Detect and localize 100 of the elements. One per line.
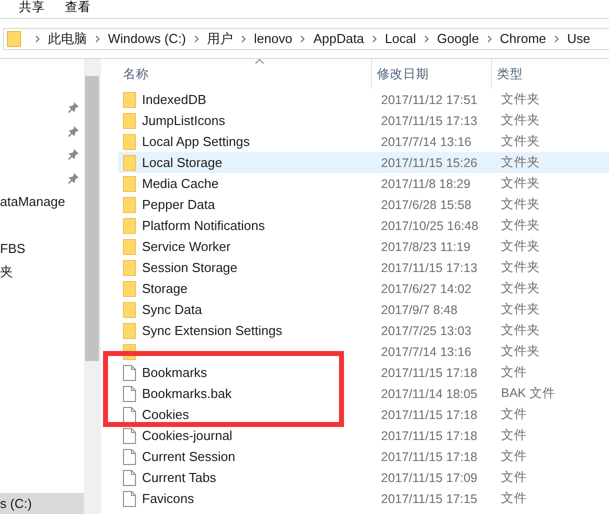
date-cell-text: 2017/11/15 17:13	[380, 260, 478, 274]
type-cell-text: 文件	[500, 469, 528, 486]
file-icon	[123, 386, 136, 402]
pin-icon[interactable]	[68, 172, 79, 184]
type-cell-text: 文件	[500, 448, 528, 465]
breadcrumb[interactable]: Local	[384, 31, 416, 46]
nav-item[interactable]: s (C:)	[0, 492, 84, 514]
file-icon	[123, 428, 136, 444]
file-name[interactable]: Current Tabs	[142, 470, 216, 485]
date-cell-text: 2017/11/15 17:15	[380, 492, 478, 506]
scrollbar[interactable]	[84, 59, 100, 514]
file-name[interactable]: Session Storage	[142, 260, 238, 275]
file-name[interactable]: Sync Extension Settings	[142, 323, 282, 338]
pin-icon[interactable]	[68, 102, 79, 114]
type-cell-text: 文件	[500, 427, 528, 444]
type-cell-text: BAK 文件	[500, 385, 556, 402]
file-name[interactable]: Pepper Data	[142, 197, 215, 212]
type-cell-text: 文件	[500, 364, 528, 381]
nav-item[interactable]: 夹	[0, 262, 13, 281]
folder-icon	[7, 30, 21, 46]
nav-item[interactable]: FBS	[0, 240, 26, 256]
chevron-icon	[300, 34, 306, 42]
breadcrumb[interactable]: 用户	[207, 30, 234, 48]
file-name[interactable]: Storage	[142, 281, 188, 296]
date-cell-text: 2017/11/15 17:18	[380, 428, 478, 442]
type-cell-text: 文件夹	[500, 322, 541, 339]
breadcrumb[interactable]: Chrome	[500, 31, 546, 46]
type-cell-text: 文件夹	[500, 259, 541, 276]
date-cell-text: 2017/11/15 17:13	[380, 114, 478, 128]
column-header[interactable]: 类型	[492, 59, 609, 89]
type-cell-text: 文件	[500, 490, 528, 507]
pin-icon[interactable]	[68, 149, 79, 160]
folder-icon	[123, 112, 136, 128]
file-name[interactable]: Local Storage	[142, 155, 222, 170]
file-name[interactable]: Cookies-journal	[142, 428, 232, 443]
type-cell-text: 文件夹	[500, 280, 541, 297]
file-name[interactable]: JumpListIcons	[142, 113, 226, 128]
folder-icon	[123, 218, 136, 234]
chevron-icon	[95, 34, 100, 42]
folder-icon	[123, 134, 136, 150]
pin-icon[interactable]	[68, 126, 79, 137]
date-cell-text: 2017/11/15 15:26	[380, 156, 478, 170]
ribbon-tab[interactable]: 查看	[65, 0, 91, 15]
type-cell-text: 文件夹	[500, 112, 541, 129]
file-name[interactable]: Favicons	[142, 491, 194, 506]
file-icon	[123, 490, 136, 506]
type-cell-text: 文件夹	[500, 238, 541, 255]
type-cell-text: 文件夹	[500, 154, 541, 171]
file-name[interactable]: Bookmarks.bak	[142, 386, 232, 401]
date-cell-text: 2017/11/14 18:05	[380, 386, 478, 400]
breadcrumb[interactable]: Use	[567, 31, 590, 46]
file-name[interactable]: Local App Settings	[142, 134, 250, 149]
chevron-icon	[486, 34, 492, 42]
date-cell-text: 2017/9/7 8:48	[380, 302, 458, 316]
folder-icon	[123, 260, 136, 276]
type-cell-text: 文件夹	[500, 175, 541, 192]
folder-icon	[123, 196, 136, 212]
file-name[interactable]: Cookies	[142, 407, 189, 422]
date-cell-text: 2017/6/28 15:58	[380, 198, 472, 212]
chevron-icon	[424, 34, 429, 42]
date-cell-text: 2017/6/27 14:02	[380, 282, 472, 296]
address-bar[interactable]: 此电脑 Windows (C:) 用户 lenovo AppData Local Google Chrome Use	[3, 28, 609, 50]
type-cell-text: 文件夹	[500, 196, 541, 213]
date-cell-text: 2017/11/15 17:09	[380, 470, 478, 484]
date-cell-text: 2017/8/23 11:19	[380, 240, 472, 254]
file-name[interactable]: Media Cache	[142, 176, 219, 191]
folder-icon	[123, 154, 136, 170]
folder-icon	[123, 92, 136, 108]
selected-row[interactable]: Local Storage 2017/11/15 15:26 文件夹	[118, 152, 609, 173]
file-icon	[123, 364, 136, 380]
breadcrumb[interactable]: lenovo	[254, 31, 292, 46]
folder-icon	[123, 238, 136, 254]
breadcrumb[interactable]: AppData	[313, 31, 364, 46]
date-cell-text: 2017/7/14 13:16	[380, 344, 472, 358]
chevron-icon	[35, 34, 40, 42]
file-icon	[123, 448, 136, 464]
file-icon	[123, 406, 136, 422]
folder-icon	[123, 302, 136, 318]
date-cell-text: 2017/7/14 13:16	[380, 134, 472, 148]
file-icon	[123, 470, 136, 486]
nav-item[interactable]: ataManage	[0, 194, 66, 210]
file-name[interactable]: Sync Data	[142, 302, 202, 317]
breadcrumb[interactable]: Google	[437, 31, 479, 46]
type-cell-text: 文件夹	[500, 343, 541, 360]
date-cell-text: 2017/11/15 17:18	[380, 408, 478, 422]
file-name[interactable]: Current Session	[142, 449, 236, 464]
date-cell-text: 2017/10/25 16:48	[380, 218, 480, 232]
breadcrumb[interactable]: Windows (C:)	[108, 31, 186, 46]
column-header[interactable]: 修改日期	[372, 59, 492, 89]
breadcrumb[interactable]: 此电脑	[48, 30, 87, 48]
date-cell-text: 2017/11/15 17:18	[380, 366, 478, 380]
type-cell-text: 文件夹	[500, 133, 541, 150]
file-name[interactable]: IndexedDB	[142, 92, 206, 107]
folder-icon	[123, 176, 136, 192]
ribbon-tab[interactable]: 共享	[19, 0, 45, 15]
column-header[interactable]: 名称	[118, 59, 372, 89]
file-name[interactable]: Service Worker	[142, 239, 231, 254]
file-name[interactable]: Bookmarks	[142, 365, 208, 380]
type-cell-text: 文件	[500, 406, 528, 423]
file-name[interactable]: Platform Notifications	[142, 218, 265, 233]
